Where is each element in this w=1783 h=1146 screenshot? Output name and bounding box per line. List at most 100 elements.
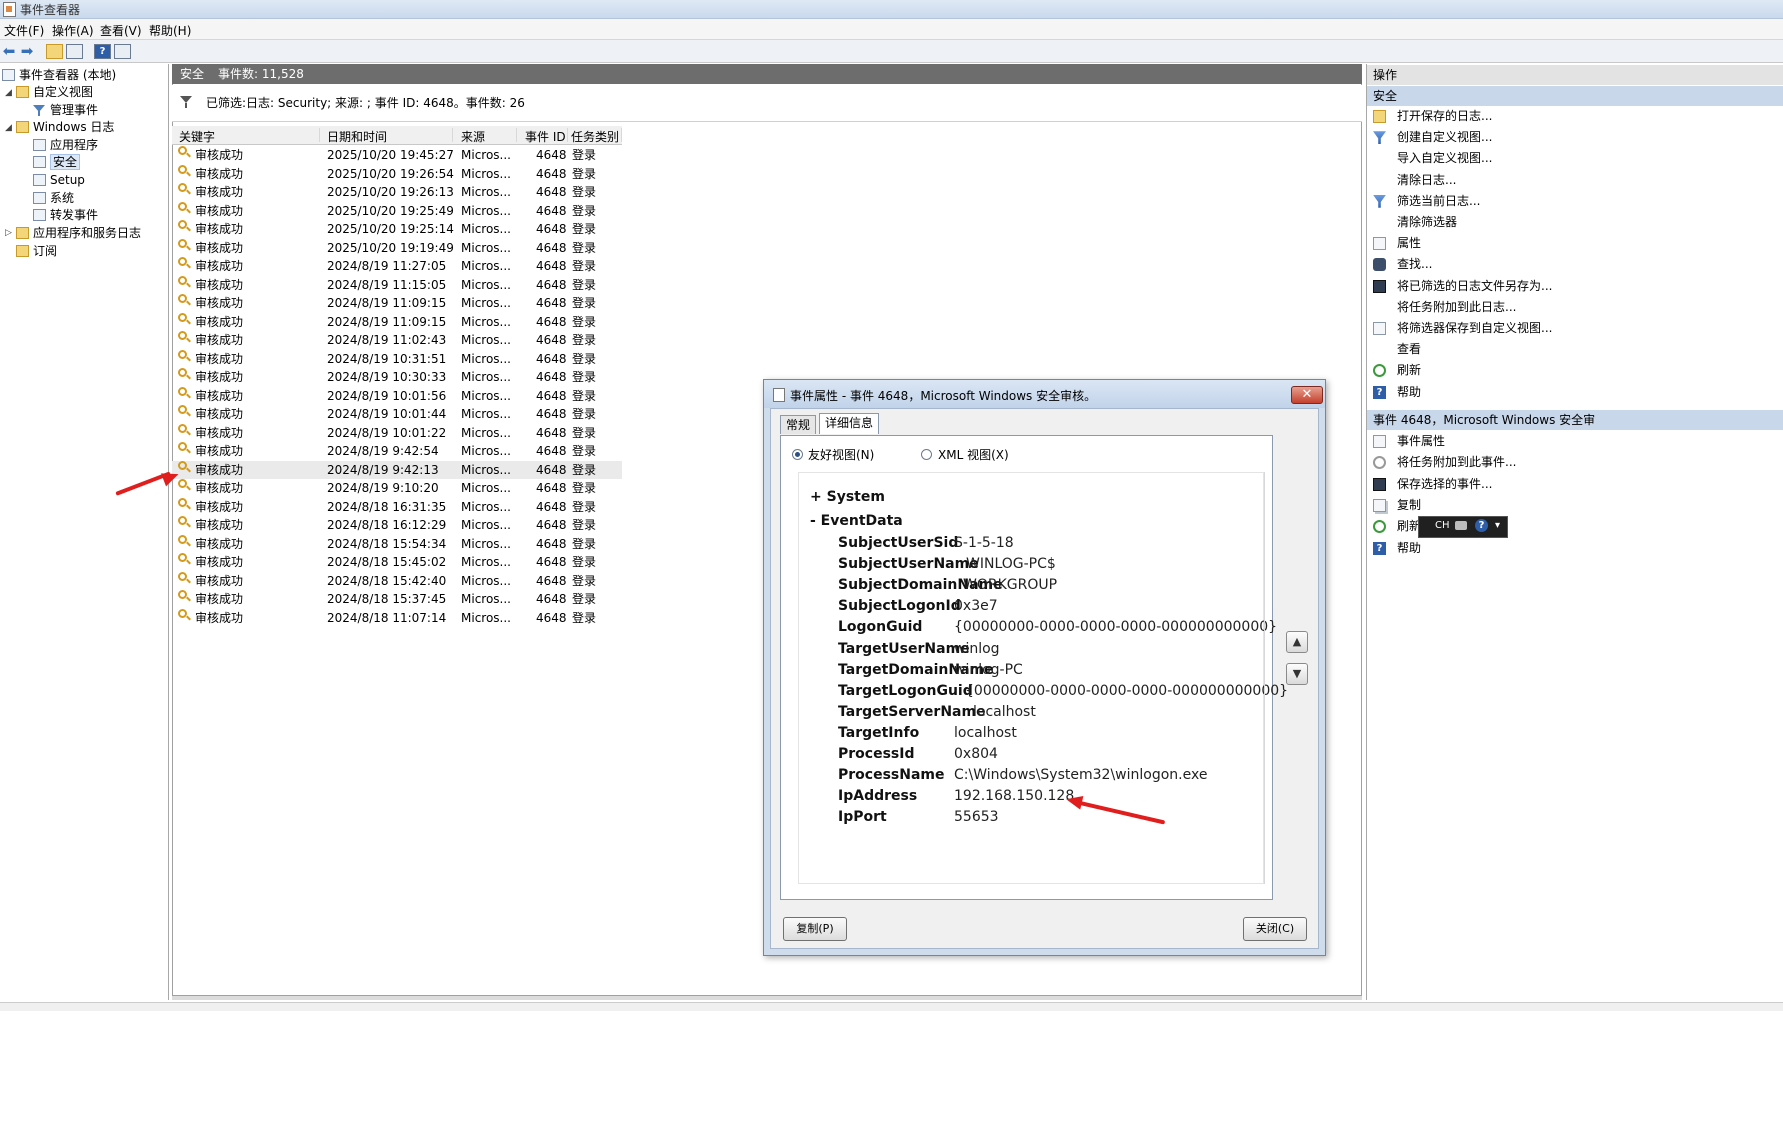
action-item[interactable]: 将筛选器保存到自定义视图... <box>1371 318 1781 339</box>
table-row[interactable]: 审核成功 2024/8/19 10:01:22 Micros... 4648 登录 <box>172 423 622 442</box>
tree-custom-views[interactable]: 自定义视图 <box>16 83 93 101</box>
table-row[interactable]: 审核成功 2024/8/19 11:09:15 Micros... 4648 登录 <box>172 312 622 331</box>
tree-security[interactable]: 安全 <box>33 153 81 171</box>
back-arrow-icon[interactable]: ⬅ <box>0 43 18 59</box>
table-row[interactable]: 审核成功 2024/8/19 11:15:05 Micros... 4648 登录 <box>172 275 622 294</box>
col-datetime[interactable]: 日期和时间 <box>327 128 453 144</box>
table-row[interactable]: 审核成功 2025/10/20 19:45:27 Micros... 4648 登录 <box>172 146 622 164</box>
eventdata-node[interactable]: - EventData <box>810 513 903 529</box>
col-keyword[interactable]: 关键字 <box>179 128 320 144</box>
table-row[interactable]: 审核成功 2024/8/19 9:42:13 Micros... 4648 登录 <box>172 460 622 479</box>
table-row[interactable]: 审核成功 2024/8/18 15:37:45 Micros... 4648 登录 <box>172 590 622 608</box>
tree-forwarded-events[interactable]: 转发事件 <box>33 206 98 224</box>
detail-scrollbar[interactable] <box>1264 472 1271 884</box>
actions-pane: 操作 安全 打开保存的日志... 创建自定义视图... 导入自定义视图... 清除日志… <box>1366 64 1783 1146</box>
collapse-arrow-icon[interactable]: ◢ <box>5 123 12 133</box>
action-item[interactable]: 清除筛选器 <box>1371 212 1781 233</box>
cell-keyword: 审核成功 <box>195 462 244 477</box>
action-item[interactable]: ? 帮助 <box>1371 382 1781 403</box>
action-item[interactable]: 将已筛选的日志文件另存为... <box>1371 276 1781 297</box>
help-icon[interactable]: ? <box>1475 519 1488 532</box>
expand-arrow-icon[interactable]: ▷ <box>5 228 12 238</box>
table-row[interactable]: 审核成功 2024/8/19 10:01:44 Micros... 4648 登录 <box>172 405 622 423</box>
close-button[interactable]: 关闭(C) <box>1243 917 1307 941</box>
table-row[interactable]: 审核成功 2024/8/18 16:12:29 Micros... 4648 登录 <box>172 516 622 534</box>
tree-setup[interactable]: Setup <box>33 171 85 189</box>
tree-application[interactable]: 应用程序 <box>33 136 98 154</box>
xml-view-label[interactable]: XML 视图(X) <box>938 446 1009 463</box>
cell-event-id: 4648 <box>536 296 567 310</box>
table-row[interactable]: 审核成功 2024/8/19 9:42:54 Micros... 4648 登录 <box>172 442 622 460</box>
tree-subscriptions[interactable]: 订阅 <box>16 242 57 260</box>
action-item[interactable]: 保存选择的事件... <box>1371 474 1781 495</box>
friendly-view-radio[interactable] <box>792 449 803 460</box>
tab-general[interactable]: 常规 <box>780 415 817 434</box>
keyboard-icon[interactable] <box>1455 521 1467 530</box>
system-node[interactable]: + System <box>810 489 885 505</box>
cell-event-id: 4648 <box>536 351 567 366</box>
action-item[interactable]: ? 帮助 <box>1371 538 1781 559</box>
action-item[interactable]: 查找... <box>1371 254 1781 275</box>
table-row[interactable]: 审核成功 2025/10/20 19:25:14 Micros... 4648 登录 <box>172 220 622 238</box>
action-item[interactable]: 属性 <box>1371 233 1781 254</box>
menu-file[interactable]: 文件(F) <box>4 22 44 39</box>
menu-view[interactable]: 查看(V) <box>100 22 142 39</box>
action-item[interactable]: 刷新 <box>1371 360 1781 381</box>
action-item[interactable]: 创建自定义视图... <box>1371 127 1781 148</box>
table-row[interactable]: 审核成功 2025/10/20 19:26:13 Micros... 4648 登录 <box>172 183 622 201</box>
table-row[interactable]: 审核成功 2024/8/18 15:54:34 Micros... 4648 登录 <box>172 534 622 553</box>
xml-view-radio[interactable] <box>921 449 932 460</box>
action-item[interactable]: 导入自定义视图... <box>1371 148 1781 169</box>
table-row[interactable]: 审核成功 2024/8/19 10:01:56 Micros... 4648 登录 <box>172 386 622 405</box>
collapse-arrow-icon[interactable]: ◢ <box>5 88 12 98</box>
action-item[interactable]: 将任务附加到此事件... <box>1371 452 1781 473</box>
table-row[interactable]: 审核成功 2025/10/20 19:19:49 Micros... 4648 登录 <box>172 238 622 257</box>
col-task-category[interactable]: 任务类别 <box>571 128 622 144</box>
actions-section-security[interactable]: 安全 <box>1367 86 1783 106</box>
next-event-arrow-icon[interactable]: ▼ <box>1286 663 1308 685</box>
action-item[interactable]: 打开保存的日志... <box>1371 106 1781 127</box>
menu-action[interactable]: 操作(A) <box>52 22 94 39</box>
dialog-title-bar[interactable]: 事件属性 - 事件 4648，Microsoft Windows 安全审核。 ✕ <box>764 380 1325 408</box>
copy-button[interactable]: 复制(P) <box>783 917 847 941</box>
chevron-down-icon[interactable]: ▾ <box>1495 520 1500 531</box>
help-icon[interactable]: ? <box>94 44 111 59</box>
tree-app-services-logs[interactable]: 应用程序和服务日志 <box>16 224 141 242</box>
up-folder-icon[interactable] <box>46 44 63 59</box>
action-item[interactable]: 查看 <box>1371 339 1781 360</box>
table-row[interactable]: 审核成功 2024/8/18 15:42:40 Micros... 4648 登录 <box>172 571 622 590</box>
friendly-view-label[interactable]: 友好视图(N) <box>808 446 874 463</box>
table-row[interactable]: 审核成功 2025/10/20 19:25:49 Micros... 4648 登录 <box>172 201 622 220</box>
show-hide-tree-icon[interactable] <box>66 44 83 59</box>
col-event-id[interactable]: 事件 ID <box>525 128 568 144</box>
action-item[interactable]: 事件属性 <box>1371 431 1781 452</box>
previous-event-arrow-icon[interactable]: ▲ <box>1286 631 1308 653</box>
tree-windows-logs[interactable]: Windows 日志 <box>16 118 114 136</box>
action-item[interactable]: 将任务附加到此日志... <box>1371 297 1781 318</box>
table-row[interactable]: 审核成功 2024/8/19 11:27:05 Micros... 4648 登录 <box>172 257 622 275</box>
close-icon[interactable]: ✕ <box>1291 386 1323 404</box>
tree-root[interactable]: 事件查看器 (本地) <box>2 66 116 84</box>
ime-toolbar[interactable]: CH ? ▾ <box>1418 516 1508 538</box>
tab-details[interactable]: 详细信息 <box>819 413 880 434</box>
table-row[interactable]: 审核成功 2024/8/19 9:10:20 Micros... 4648 登录 <box>172 479 622 497</box>
table-row[interactable]: 审核成功 2025/10/20 19:26:54 Micros... 4648 登录 <box>172 164 622 183</box>
table-row[interactable]: 审核成功 2024/8/19 10:30:33 Micros... 4648 登录 <box>172 368 622 386</box>
table-row[interactable]: 审核成功 2024/8/18 15:45:02 Micros... 4648 登录 <box>172 553 622 571</box>
table-row[interactable]: 审核成功 2024/8/18 11:07:14 Micros... 4648 登录 <box>172 608 622 627</box>
table-row[interactable]: 审核成功 2024/8/19 11:09:15 Micros... 4648 登录 <box>172 294 622 312</box>
action-item[interactable]: 筛选当前日志... <box>1371 191 1781 212</box>
table-row[interactable]: 审核成功 2024/8/18 16:31:35 Micros... 4648 登录 <box>172 497 622 516</box>
table-row[interactable]: 审核成功 2024/8/19 11:02:43 Micros... 4648 登录 <box>172 331 622 349</box>
show-hide-actions-icon[interactable] <box>114 44 131 59</box>
cell-task-category: 登录 <box>572 518 597 532</box>
actions-section-event[interactable]: 事件 4648，Microsoft Windows 安全审 <box>1367 410 1783 430</box>
table-row[interactable]: 审核成功 2024/8/19 10:31:51 Micros... 4648 登录 <box>172 349 622 368</box>
tree-system[interactable]: 系统 <box>33 189 74 207</box>
action-item[interactable]: 清除日志... <box>1371 170 1781 191</box>
forward-arrow-icon[interactable]: ➡ <box>18 43 36 59</box>
menu-help[interactable]: 帮助(H) <box>149 22 191 39</box>
tree-admin-events[interactable]: 管理事件 <box>33 101 98 119</box>
action-item[interactable]: 复制 <box>1371 495 1781 516</box>
col-source[interactable]: 来源 <box>461 128 517 144</box>
